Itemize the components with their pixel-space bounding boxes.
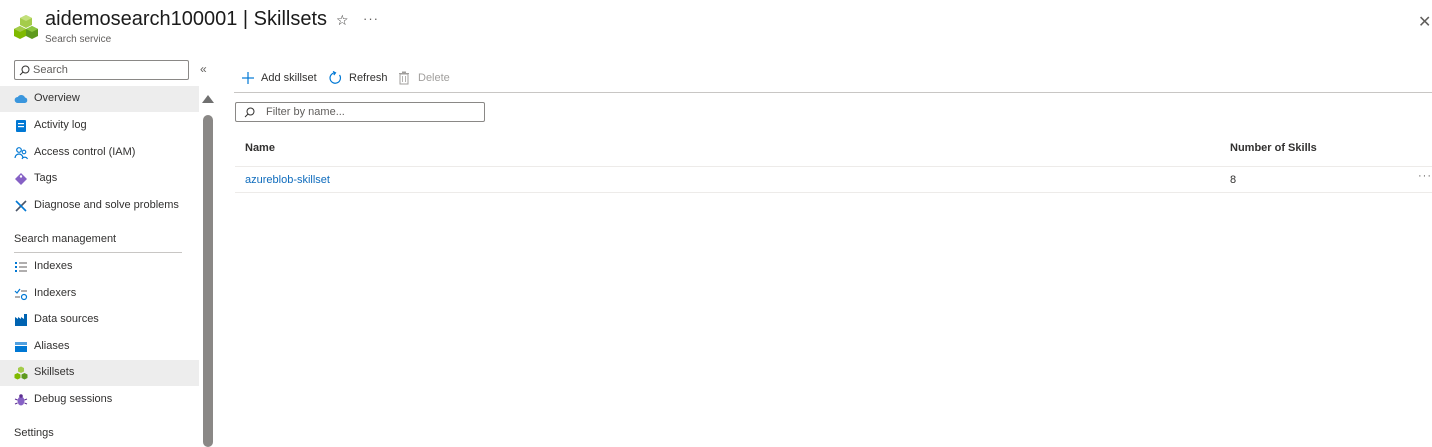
sidebar-item-label: Diagnose and solve problems (34, 199, 179, 211)
delete-button[interactable]: Delete (398, 70, 454, 88)
sidebar-item-indexes[interactable]: Indexes (0, 254, 199, 280)
sidebar-item-label: Overview (34, 92, 80, 104)
trash-icon (399, 71, 409, 85)
delete-label: Delete (418, 72, 450, 84)
wrench-icon (15, 200, 27, 212)
sidebar-item-diagnose[interactable]: Diagnose and solve problems (0, 193, 199, 219)
sidebar-item-debug-sessions[interactable]: Debug sessions (0, 387, 199, 413)
sidebar-item-label: Aliases (34, 340, 70, 352)
ellipsis-icon[interactable]: ··· (363, 11, 379, 26)
refresh-label: Refresh (349, 72, 388, 84)
cubes-icon (14, 366, 28, 380)
sidebar-item-label: Skillsets (34, 366, 75, 378)
column-header-name[interactable]: Name (245, 142, 275, 154)
star-icon[interactable]: ☆ (336, 12, 349, 29)
sidebar-search-box[interactable] (14, 60, 189, 80)
refresh-icon (329, 71, 342, 84)
activity-log-icon (16, 120, 26, 132)
scroll-up-arrow-icon[interactable] (202, 95, 214, 103)
skills-count: 8 (1230, 174, 1237, 186)
sidebar-item-label: Activity log (34, 119, 87, 131)
plus-icon (242, 72, 254, 84)
people-icon (14, 147, 28, 160)
close-icon[interactable]: ✕ (1418, 12, 1431, 32)
bug-icon (14, 394, 28, 406)
filter-box[interactable] (235, 102, 485, 122)
indexer-icon (14, 288, 28, 301)
page-title: aidemosearch100001 | Skillsets (45, 8, 328, 30)
sidebar-search-input[interactable] (33, 62, 183, 78)
filter-input[interactable] (266, 104, 476, 120)
sidebar-item-tags[interactable]: Tags (0, 166, 199, 192)
search-icon (244, 107, 255, 118)
row-ellipsis-icon[interactable]: ··· (1418, 170, 1432, 182)
add-skillset-label: Add skillset (261, 72, 317, 84)
sidebar-item-data-sources[interactable]: Data sources (0, 307, 199, 333)
page-subtitle: Search service (45, 34, 112, 45)
sidebar-item-label: Debug sessions (34, 393, 113, 405)
table-row[interactable]: azureblob-skillset 8 ··· (235, 167, 1432, 193)
sidebar-item-label: Indexes (34, 260, 73, 272)
section-settings: Settings (14, 427, 54, 439)
column-header-number-of-skills[interactable]: Number of Skills (1230, 142, 1317, 154)
list-icon (15, 262, 27, 272)
sidebar-item-label: Access control (IAM) (34, 146, 136, 158)
double-chevron-left-icon[interactable]: « (200, 62, 207, 76)
add-skillset-button[interactable]: Add skillset (241, 70, 321, 88)
sidebar-item-activity-log[interactable]: Activity log (0, 113, 199, 139)
sidebar-item-overview[interactable]: Overview (0, 86, 199, 112)
sidebar-item-label: Data sources (34, 313, 99, 325)
section-divider (14, 252, 182, 253)
skillset-name-link[interactable]: azureblob-skillset (245, 174, 330, 186)
sidebar-item-label: Tags (34, 172, 58, 184)
cloud-icon (14, 94, 28, 103)
search-icon (19, 65, 30, 76)
alias-icon (15, 342, 27, 352)
sidebar-item-skillsets[interactable]: Skillsets (0, 360, 199, 386)
sidebar-item-aliases[interactable]: Aliases (0, 334, 199, 360)
sidebar-item-label: Indexers (34, 287, 77, 299)
section-search-management: Search management (14, 233, 117, 245)
blade-header: aidemosearch100001 | Skillsets Search se… (0, 0, 1432, 56)
scrollbar-thumb[interactable] (203, 115, 213, 447)
search-service-icon (14, 15, 38, 39)
refresh-button[interactable]: Refresh (328, 70, 390, 88)
factory-icon (15, 314, 27, 326)
tag-icon (15, 173, 27, 185)
sidebar-item-indexers[interactable]: Indexers (0, 281, 199, 307)
toolbar-divider (234, 92, 1432, 93)
sidebar-item-access-control[interactable]: Access control (IAM) (0, 140, 199, 166)
